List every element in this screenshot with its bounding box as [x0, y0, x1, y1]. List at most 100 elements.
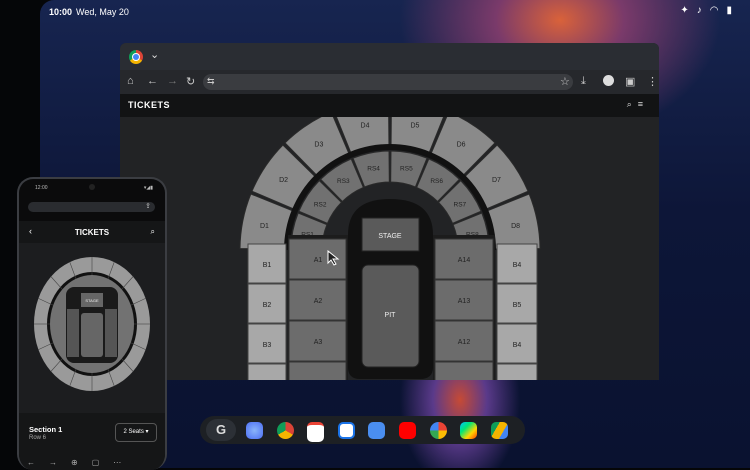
chrome-app-icon[interactable]	[277, 422, 294, 439]
seat-map: D1D2D3D4D5D6D7D8RS1RS2RS3RS4RS5RS6RS7RS8…	[120, 117, 659, 380]
app-shelf: G	[200, 416, 525, 444]
clock: 10:00	[49, 7, 73, 17]
phone-seat-map: STAGE	[19, 243, 165, 413]
browser-window: ⌄ ⌂ ← → ↻ ⇆ ☆ ⤓ ▣ ⋮ TICKETS ⌕≡ D1 D2 D3 D4 D…	[120, 43, 659, 380]
phone-pit	[81, 313, 103, 357]
phone-status-bar: 12:00 ▾◢▮	[19, 184, 165, 195]
search-icon[interactable]: ⌕	[627, 99, 638, 109]
section-label: D5	[410, 122, 419, 129]
section-label: B5	[513, 302, 522, 309]
section-label: RS7	[454, 201, 467, 208]
phone-nav-bar: ←→⊕▢⋯	[27, 458, 157, 467]
section-label: A1	[314, 257, 323, 264]
section-label: A3	[314, 339, 323, 346]
phone-menu-icon[interactable]: ⋯	[113, 458, 135, 467]
share-icon[interactable]: ⇪	[145, 202, 151, 210]
forward-icon[interactable]: →	[167, 75, 178, 87]
seats-dropdown-label: 2 Seats	[123, 429, 144, 435]
section-label: B4	[513, 262, 522, 269]
section-label: D3	[314, 142, 323, 149]
phone-forward-icon[interactable]: →	[49, 458, 71, 467]
browser-toolbar: ⌂ ← → ↻ ⇆ ☆ ⤓ ▣ ⋮	[120, 70, 659, 94]
section-label: RS6	[430, 178, 443, 185]
system-status-bar: 10:00 Wed, May 20 ✦♪◠▮	[40, 0, 750, 24]
extension-icon[interactable]: ▣	[625, 75, 635, 88]
section-label: B1	[263, 262, 272, 269]
section-title: Section 1	[29, 425, 63, 434]
browser-title-bar: ⌄	[120, 43, 659, 70]
phone-site-title: TICKETS	[74, 228, 110, 237]
section-label: RS5	[400, 166, 413, 173]
date: Wed, May 20	[76, 7, 129, 17]
section-label: D8	[511, 223, 520, 230]
reload-icon[interactable]: ↻	[186, 75, 195, 88]
files-icon[interactable]	[368, 422, 385, 439]
notification-icon[interactable]: ♪	[697, 5, 710, 16]
section-label: A2	[314, 298, 323, 305]
back-icon[interactable]: ←	[147, 75, 158, 87]
home-icon[interactable]: ⌂	[127, 75, 134, 87]
sparkle-icon[interactable]: ✦	[680, 5, 696, 16]
launcher-button[interactable]: G	[206, 419, 236, 441]
section-label: STAGE	[378, 233, 402, 240]
section-label: RS2	[314, 201, 327, 208]
section-a4[interactable]	[288, 361, 347, 380]
section-label: STAGE	[85, 298, 99, 303]
tabs-icon[interactable]: ▢	[92, 458, 114, 467]
section-label: RS3	[337, 178, 350, 185]
phone-address-bar[interactable]: ⇪	[28, 202, 155, 212]
chevron-down-icon[interactable]: ⌄	[150, 48, 159, 61]
address-bar[interactable]: ⇆	[203, 74, 573, 90]
bookmark-star-icon[interactable]: ☆	[560, 75, 570, 88]
hamburger-menu-icon[interactable]: ≡	[638, 99, 649, 109]
gemini-icon[interactable]	[246, 422, 263, 439]
new-tab-icon[interactable]: ⊕	[71, 458, 92, 467]
site-info-icon[interactable]: ⇆	[207, 76, 215, 87]
photos-icon[interactable]	[430, 422, 447, 439]
seat-map-svg: D1D2D3D4D5D6D7D8RS1RS2RS3RS4RS5RS6RS7RS8…	[239, 117, 541, 380]
phone-selection-panel: Section 1 Row 6 2 Seats ▾ ←→⊕▢⋯	[19, 413, 165, 470]
section-label: D1	[260, 223, 269, 230]
battery-icon[interactable]: ▮	[726, 5, 740, 16]
wifi-icon[interactable]: ◠	[710, 5, 727, 16]
section-label: B3	[263, 342, 272, 349]
section-label: B4	[513, 342, 522, 349]
section-label: A14	[458, 257, 471, 264]
play-store-icon[interactable]	[460, 422, 477, 439]
section-label: A12	[458, 339, 471, 346]
phone-device: 12:00 ▾◢▮ ⇪ ‹ TICKETS ⌕ STAGE Section 1 …	[17, 177, 167, 470]
gmail-icon[interactable]	[307, 422, 324, 442]
phone-floor-left	[67, 309, 79, 357]
menu-kebab-icon[interactable]: ⋮	[647, 75, 658, 88]
status-icons[interactable]: ✦♪◠▮	[680, 5, 740, 16]
phone-status-icons: ▾◢▮	[143, 185, 153, 191]
section-m8-right[interactable]	[496, 363, 538, 380]
section-label: D6	[457, 142, 466, 149]
section-label: RS4	[367, 166, 380, 173]
phone-seat-map-svg: STAGE	[34, 257, 150, 391]
section-a11[interactable]	[434, 361, 494, 380]
download-icon[interactable]: ⤓	[581, 75, 586, 88]
youtube-icon[interactable]	[399, 422, 416, 439]
drive-icon[interactable]	[491, 422, 508, 439]
phone-site-header: ‹ TICKETS ⌕	[19, 221, 165, 243]
section-label: D7	[492, 177, 501, 184]
site-header: TICKETS ⌕≡	[120, 94, 659, 117]
phone-back-icon[interactable]: ←	[27, 458, 49, 467]
phone-clock: 12:00	[35, 185, 48, 191]
chrome-icon[interactable]	[129, 50, 143, 64]
phone-floor-right	[105, 309, 117, 357]
camera-icon	[89, 184, 95, 190]
calendar-icon[interactable]	[338, 422, 355, 439]
section-row: Row 6	[29, 435, 47, 441]
section-label: D4	[361, 122, 370, 129]
seats-dropdown[interactable]: 2 Seats ▾	[115, 423, 157, 442]
section-label: PIT	[385, 312, 397, 319]
section-label: A13	[458, 298, 471, 305]
section-m1-left[interactable]	[247, 363, 287, 380]
profile-avatar[interactable]	[603, 75, 614, 86]
mouse-cursor	[327, 250, 340, 266]
phone-search-icon[interactable]: ⌕	[151, 227, 155, 237]
site-title: TICKETS	[128, 100, 171, 110]
section-label: B2	[263, 302, 272, 309]
